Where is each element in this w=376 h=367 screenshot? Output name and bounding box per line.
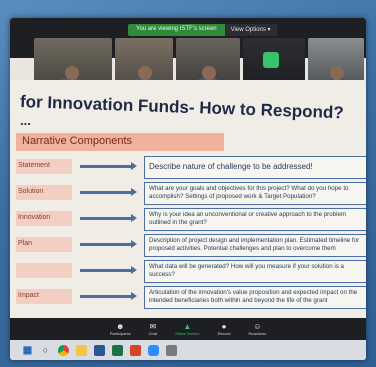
component-row: Innovation Why is your idea an unconvent…: [10, 208, 366, 234]
record-icon: ●: [221, 322, 227, 331]
slide-title: for Innovation Funds- How to Respond?: [19, 92, 345, 123]
folder-icon[interactable]: [76, 344, 87, 356]
component-label: Impact: [16, 289, 72, 304]
share-screen-button[interactable]: ▲ Share Screen: [175, 322, 199, 336]
monitor-screen: You are viewing ISTF's screen View Optio…: [10, 18, 366, 360]
arrow-right-icon: [80, 214, 137, 222]
component-description: What are your goals and objectives for t…: [144, 182, 366, 205]
chat-button[interactable]: ✉ Chat: [149, 322, 157, 336]
windows-taskbar: ▦ ○: [10, 340, 366, 360]
participant-tile[interactable]: DPU (Shivani): [176, 38, 240, 86]
screen-share-banner: You are viewing ISTF's screen View Optio…: [128, 24, 277, 36]
component-row: Plan Description of project design and i…: [10, 234, 366, 260]
component-row: What data will be generated? How will yo…: [10, 260, 366, 286]
participant-tile[interactable]: DPU LDISSE: [34, 38, 112, 86]
share-screen-icon: ▲: [183, 322, 192, 331]
search-icon[interactable]: ○: [40, 345, 51, 356]
participants-button[interactable]: ☻ Participants: [110, 322, 131, 336]
arrow-right-icon: [80, 188, 137, 196]
component-description: Articulation of the innovation's value p…: [144, 286, 366, 309]
component-label: Plan: [16, 237, 72, 252]
record-label: Record: [217, 331, 231, 336]
component-label: Solution: [16, 185, 72, 200]
component-row: Statement Describe nature of challenge t…: [10, 156, 366, 182]
component-label: [16, 263, 72, 278]
participant-avatar: [263, 52, 279, 68]
powerpoint-icon[interactable]: [130, 344, 141, 356]
word-icon[interactable]: [94, 344, 105, 356]
view-options-button[interactable]: View Options ▾: [224, 24, 277, 36]
component-label: Statement: [16, 159, 72, 174]
excel-icon[interactable]: [112, 344, 123, 356]
app-icon[interactable]: [166, 344, 177, 356]
windows-start-icon[interactable]: ▦: [22, 345, 33, 356]
component-description: Describe nature of challenge to be addre…: [144, 156, 366, 179]
participant-tile[interactable]: [243, 38, 305, 86]
participant-tile[interactable]: DPU: [308, 38, 364, 86]
component-description: What data will be generated? How will yo…: [144, 260, 366, 283]
component-row: Solution What are your goals and objecti…: [10, 182, 366, 208]
zoom-toolbar: ☻ Participants ✉ Chat ▲ Share Screen ● R…: [10, 318, 366, 340]
chrome-icon[interactable]: [58, 344, 69, 356]
participants-label: Participants: [109, 331, 131, 336]
shared-slide: for Innovation Funds- How to Respond? ..…: [10, 80, 366, 326]
share-banner-text: You are viewing ISTF's screen: [128, 24, 225, 36]
participant-tile[interactable]: DPU...: [115, 38, 173, 86]
component-row: Impact Articulation of the innovation's …: [10, 286, 366, 312]
participant-face: [201, 66, 216, 80]
share-screen-label: Share Screen: [175, 331, 200, 336]
component-description: Description of project design and implem…: [144, 234, 366, 257]
reactions-label: Reactions: [248, 331, 267, 336]
section-header: Narrative Components: [16, 133, 224, 151]
component-label: Innovation: [16, 211, 72, 226]
arrow-right-icon: [80, 240, 137, 248]
slide-subtitle: ...: [20, 113, 31, 128]
people-icon: ☻: [115, 322, 125, 331]
reactions-button[interactable]: ☺ Reactions: [248, 322, 266, 336]
record-button[interactable]: ● Record: [218, 322, 231, 336]
arrow-right-icon: [80, 266, 137, 274]
component-description: Why is your idea an unconventional or cr…: [144, 208, 366, 231]
chat-label: Chat: [148, 331, 158, 336]
participant-strip: DPU LDISSE DPU... DPU (Shivani) DPU: [34, 38, 366, 86]
arrow-right-icon: [80, 162, 137, 170]
chat-icon: ✉: [149, 322, 157, 331]
zoom-app-icon[interactable]: [148, 344, 159, 356]
reactions-icon: ☺: [253, 322, 262, 331]
arrow-right-icon: [80, 292, 137, 300]
components-list: Statement Describe nature of challenge t…: [10, 156, 366, 312]
